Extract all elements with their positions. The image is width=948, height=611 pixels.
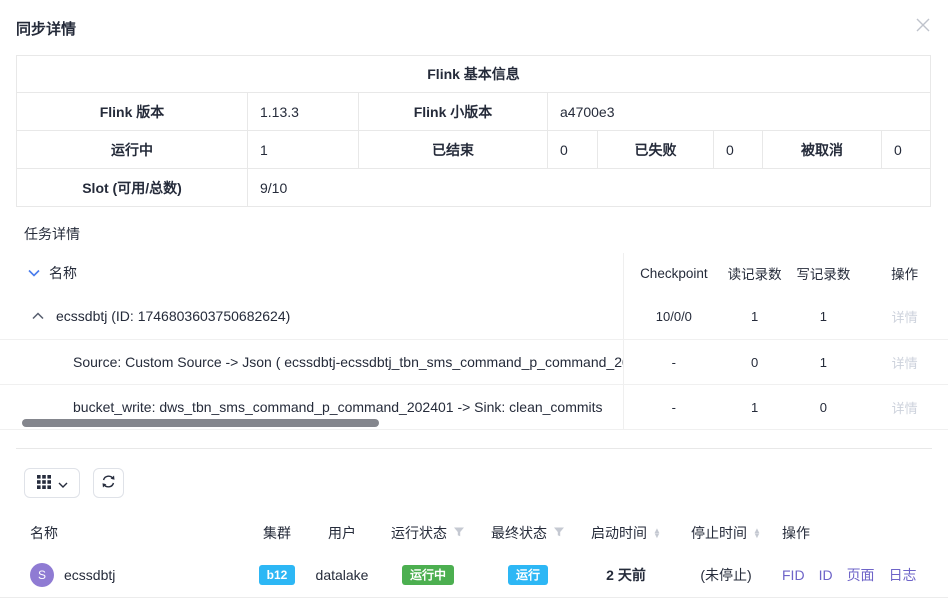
jobs-col-start-time: 启动时间 [591, 523, 647, 543]
drawer-title: 同步详情 [16, 21, 76, 38]
avatar: S [30, 563, 54, 587]
task-col-action: 操作 [861, 263, 948, 283]
filter-icon[interactable] [453, 525, 465, 541]
jobs-col-final-status: 最终状态 [491, 523, 547, 543]
task-table-header: 名称 Checkpoint 读记录数 写记录数 操作 [0, 253, 948, 293]
cell-write: 1 [786, 309, 862, 324]
task-name: ecssdbtj (ID: 1746803603750682624) [56, 308, 290, 324]
job-stop-time: (未停止) [674, 565, 778, 585]
cell-read: 1 [724, 309, 786, 324]
task-section-title: 任务详情 [24, 223, 948, 245]
task-col-checkpoint: Checkpoint [624, 266, 724, 281]
run-status-badge: 运行中 [402, 565, 454, 585]
jobs-toolbar [24, 468, 948, 498]
flink-version-label: Flink 版本 [17, 93, 248, 131]
final-status-badge: 运行 [508, 565, 548, 585]
task-col-name: 名称 [49, 263, 77, 283]
page-link[interactable]: 页面 [847, 565, 875, 585]
slot-value: 9/10 [248, 169, 931, 207]
detail-link[interactable]: 详情 [861, 353, 948, 372]
close-icon[interactable] [914, 16, 932, 34]
cell-write: 1 [786, 355, 862, 370]
job-user: datalake [306, 567, 378, 583]
jobs-col-action: 操作 [778, 523, 948, 543]
job-start-time: 2 天前 [578, 565, 674, 585]
jobs-col-user: 用户 [306, 523, 378, 543]
task-name: bucket_write: dws_tbn_sms_command_p_comm… [73, 399, 603, 415]
cell-read: 0 [724, 355, 786, 370]
refresh-button[interactable] [93, 468, 124, 498]
cell-checkpoint: 10/0/0 [624, 309, 724, 324]
flink-info-table: Flink 基本信息 Flink 版本 1.13.3 Flink 小版本 a47… [16, 55, 931, 207]
collapse-row-icon[interactable] [32, 312, 44, 320]
column-settings-button[interactable] [24, 468, 80, 498]
chevron-down-icon [58, 476, 68, 491]
task-row-parent: ecssdbtj (ID: 1746803603750682624) 10/0/… [0, 293, 948, 340]
drawer-header: 同步详情 [0, 0, 948, 55]
job-row: S ecssdbtj b12 datalake 运行中 运行 2 天前 (未停止… [0, 552, 948, 598]
jobs-table-header: 名称 集群 用户 运行状态 最终状态 启动时间 ▲▼ 停止时间 ▲▼ 操作 [0, 514, 948, 552]
jobs-col-run-status: 运行状态 [391, 523, 447, 543]
finished-value: 0 [548, 131, 598, 169]
cell-checkpoint: - [624, 355, 724, 370]
running-label: 运行中 [17, 131, 248, 169]
sorter-icon[interactable]: ▲▼ [653, 528, 661, 539]
sorter-icon[interactable]: ▲▼ [753, 528, 761, 539]
filter-icon[interactable] [553, 525, 565, 541]
detail-link[interactable]: 详情 [861, 398, 948, 417]
slot-label: Slot (可用/总数) [17, 169, 248, 207]
cell-write: 0 [786, 400, 862, 415]
job-name: ecssdbtj [64, 567, 115, 583]
fid-link[interactable]: FID [782, 567, 805, 583]
section-divider [16, 448, 932, 449]
expand-all-icon[interactable] [28, 269, 40, 277]
task-row-source: Source: Custom Source -> Json ( ecssdbtj… [0, 340, 948, 385]
cluster-tag: b12 [259, 565, 296, 585]
jobs-table: 名称 集群 用户 运行状态 最终状态 启动时间 ▲▼ 停止时间 ▲▼ 操作 S … [0, 514, 948, 598]
task-table: 名称 Checkpoint 读记录数 写记录数 操作 ecssdbtj (ID:… [0, 253, 948, 448]
failed-label: 已失败 [598, 131, 714, 169]
id-link[interactable]: ID [819, 567, 833, 583]
grid-icon [37, 475, 51, 492]
jobs-col-name: 名称 [0, 523, 248, 543]
task-col-write: 写记录数 [786, 263, 862, 283]
flink-minor-label: Flink 小版本 [359, 93, 548, 131]
failed-value: 0 [714, 131, 763, 169]
task-col-read: 读记录数 [724, 263, 786, 283]
refresh-icon [101, 474, 116, 492]
cell-checkpoint: - [624, 400, 724, 415]
cell-read: 1 [724, 400, 786, 415]
flink-version-value: 1.13.3 [248, 93, 359, 131]
canceled-value: 0 [882, 131, 931, 169]
detail-link[interactable]: 详情 [861, 307, 948, 326]
canceled-label: 被取消 [763, 131, 882, 169]
jobs-col-stop-time: 停止时间 [691, 523, 747, 543]
flink-minor-value: a4700e3 [548, 93, 931, 131]
flink-info-title: Flink 基本信息 [17, 56, 931, 93]
jobs-col-cluster: 集群 [248, 523, 306, 543]
running-value: 1 [248, 131, 359, 169]
task-name: Source: Custom Source -> Json ( ecssdbtj… [73, 354, 623, 370]
log-link[interactable]: 日志 [889, 565, 917, 585]
finished-label: 已结束 [359, 131, 548, 169]
horizontal-scrollbar[interactable] [22, 419, 379, 427]
